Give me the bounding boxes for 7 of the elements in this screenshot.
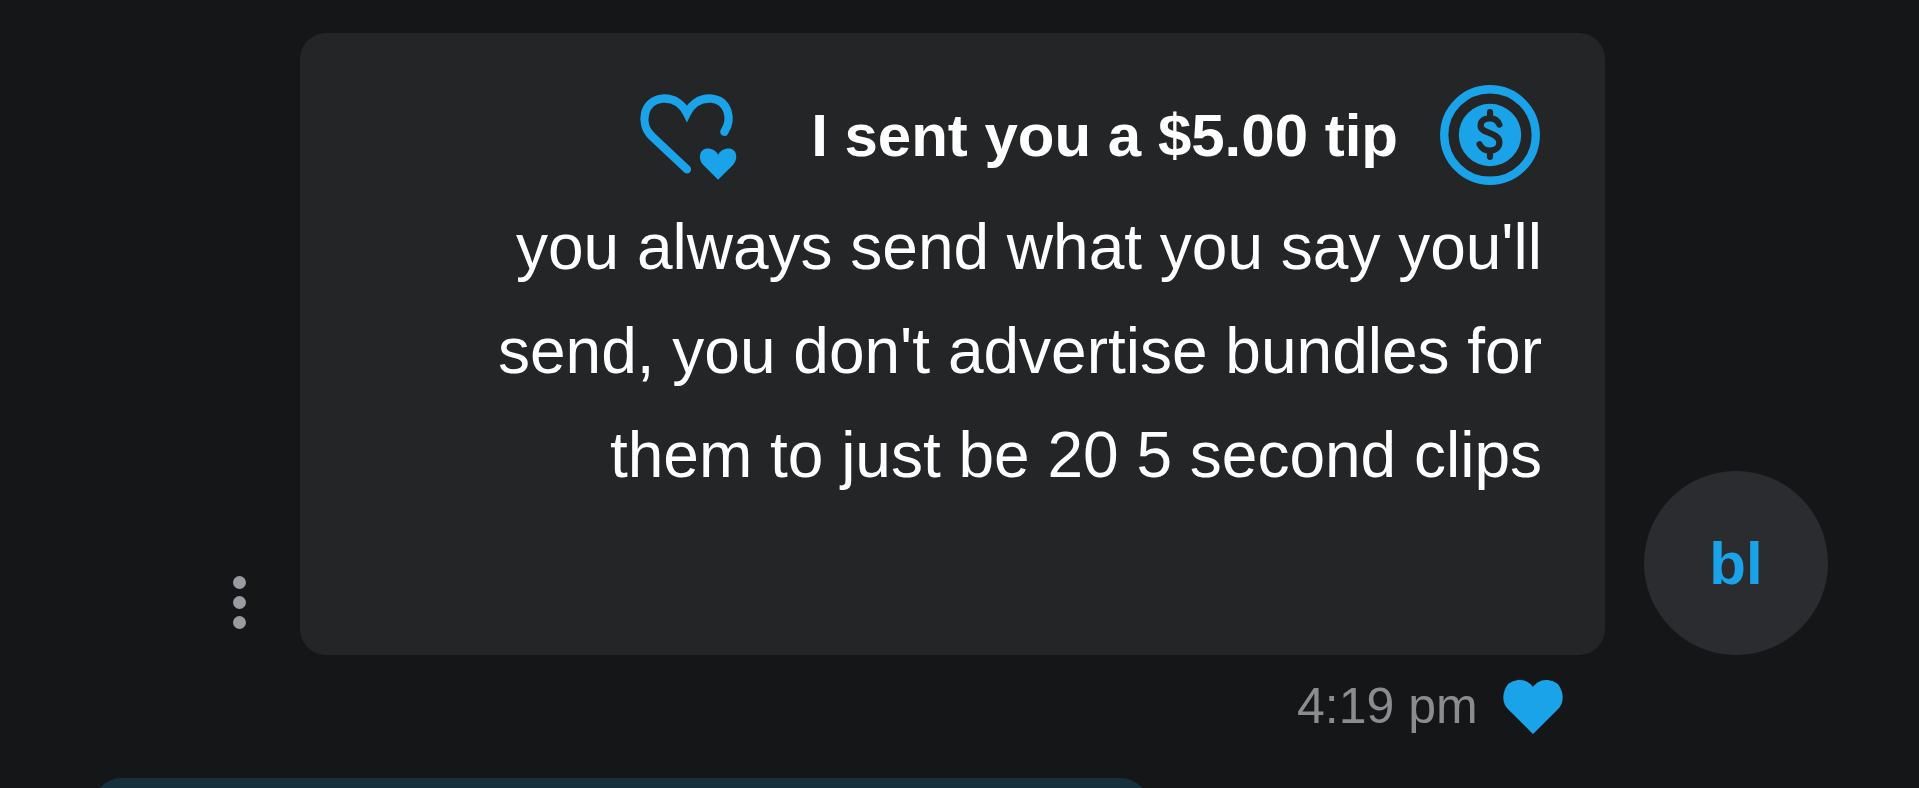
more-options-icon[interactable]: [233, 576, 247, 629]
avatar[interactable]: bl: [1644, 471, 1828, 655]
dollar-icon: [1438, 83, 1542, 187]
message-time: 4:19 pm: [1297, 677, 1478, 735]
message-text: you always send what you say you'll send, you don't advertise bundles for them to just be 20 5 second clips: [497, 210, 1542, 493]
tip-text: I sent you a $5.00 tip: [811, 100, 1398, 170]
heart-icon[interactable]: [1501, 678, 1564, 734]
